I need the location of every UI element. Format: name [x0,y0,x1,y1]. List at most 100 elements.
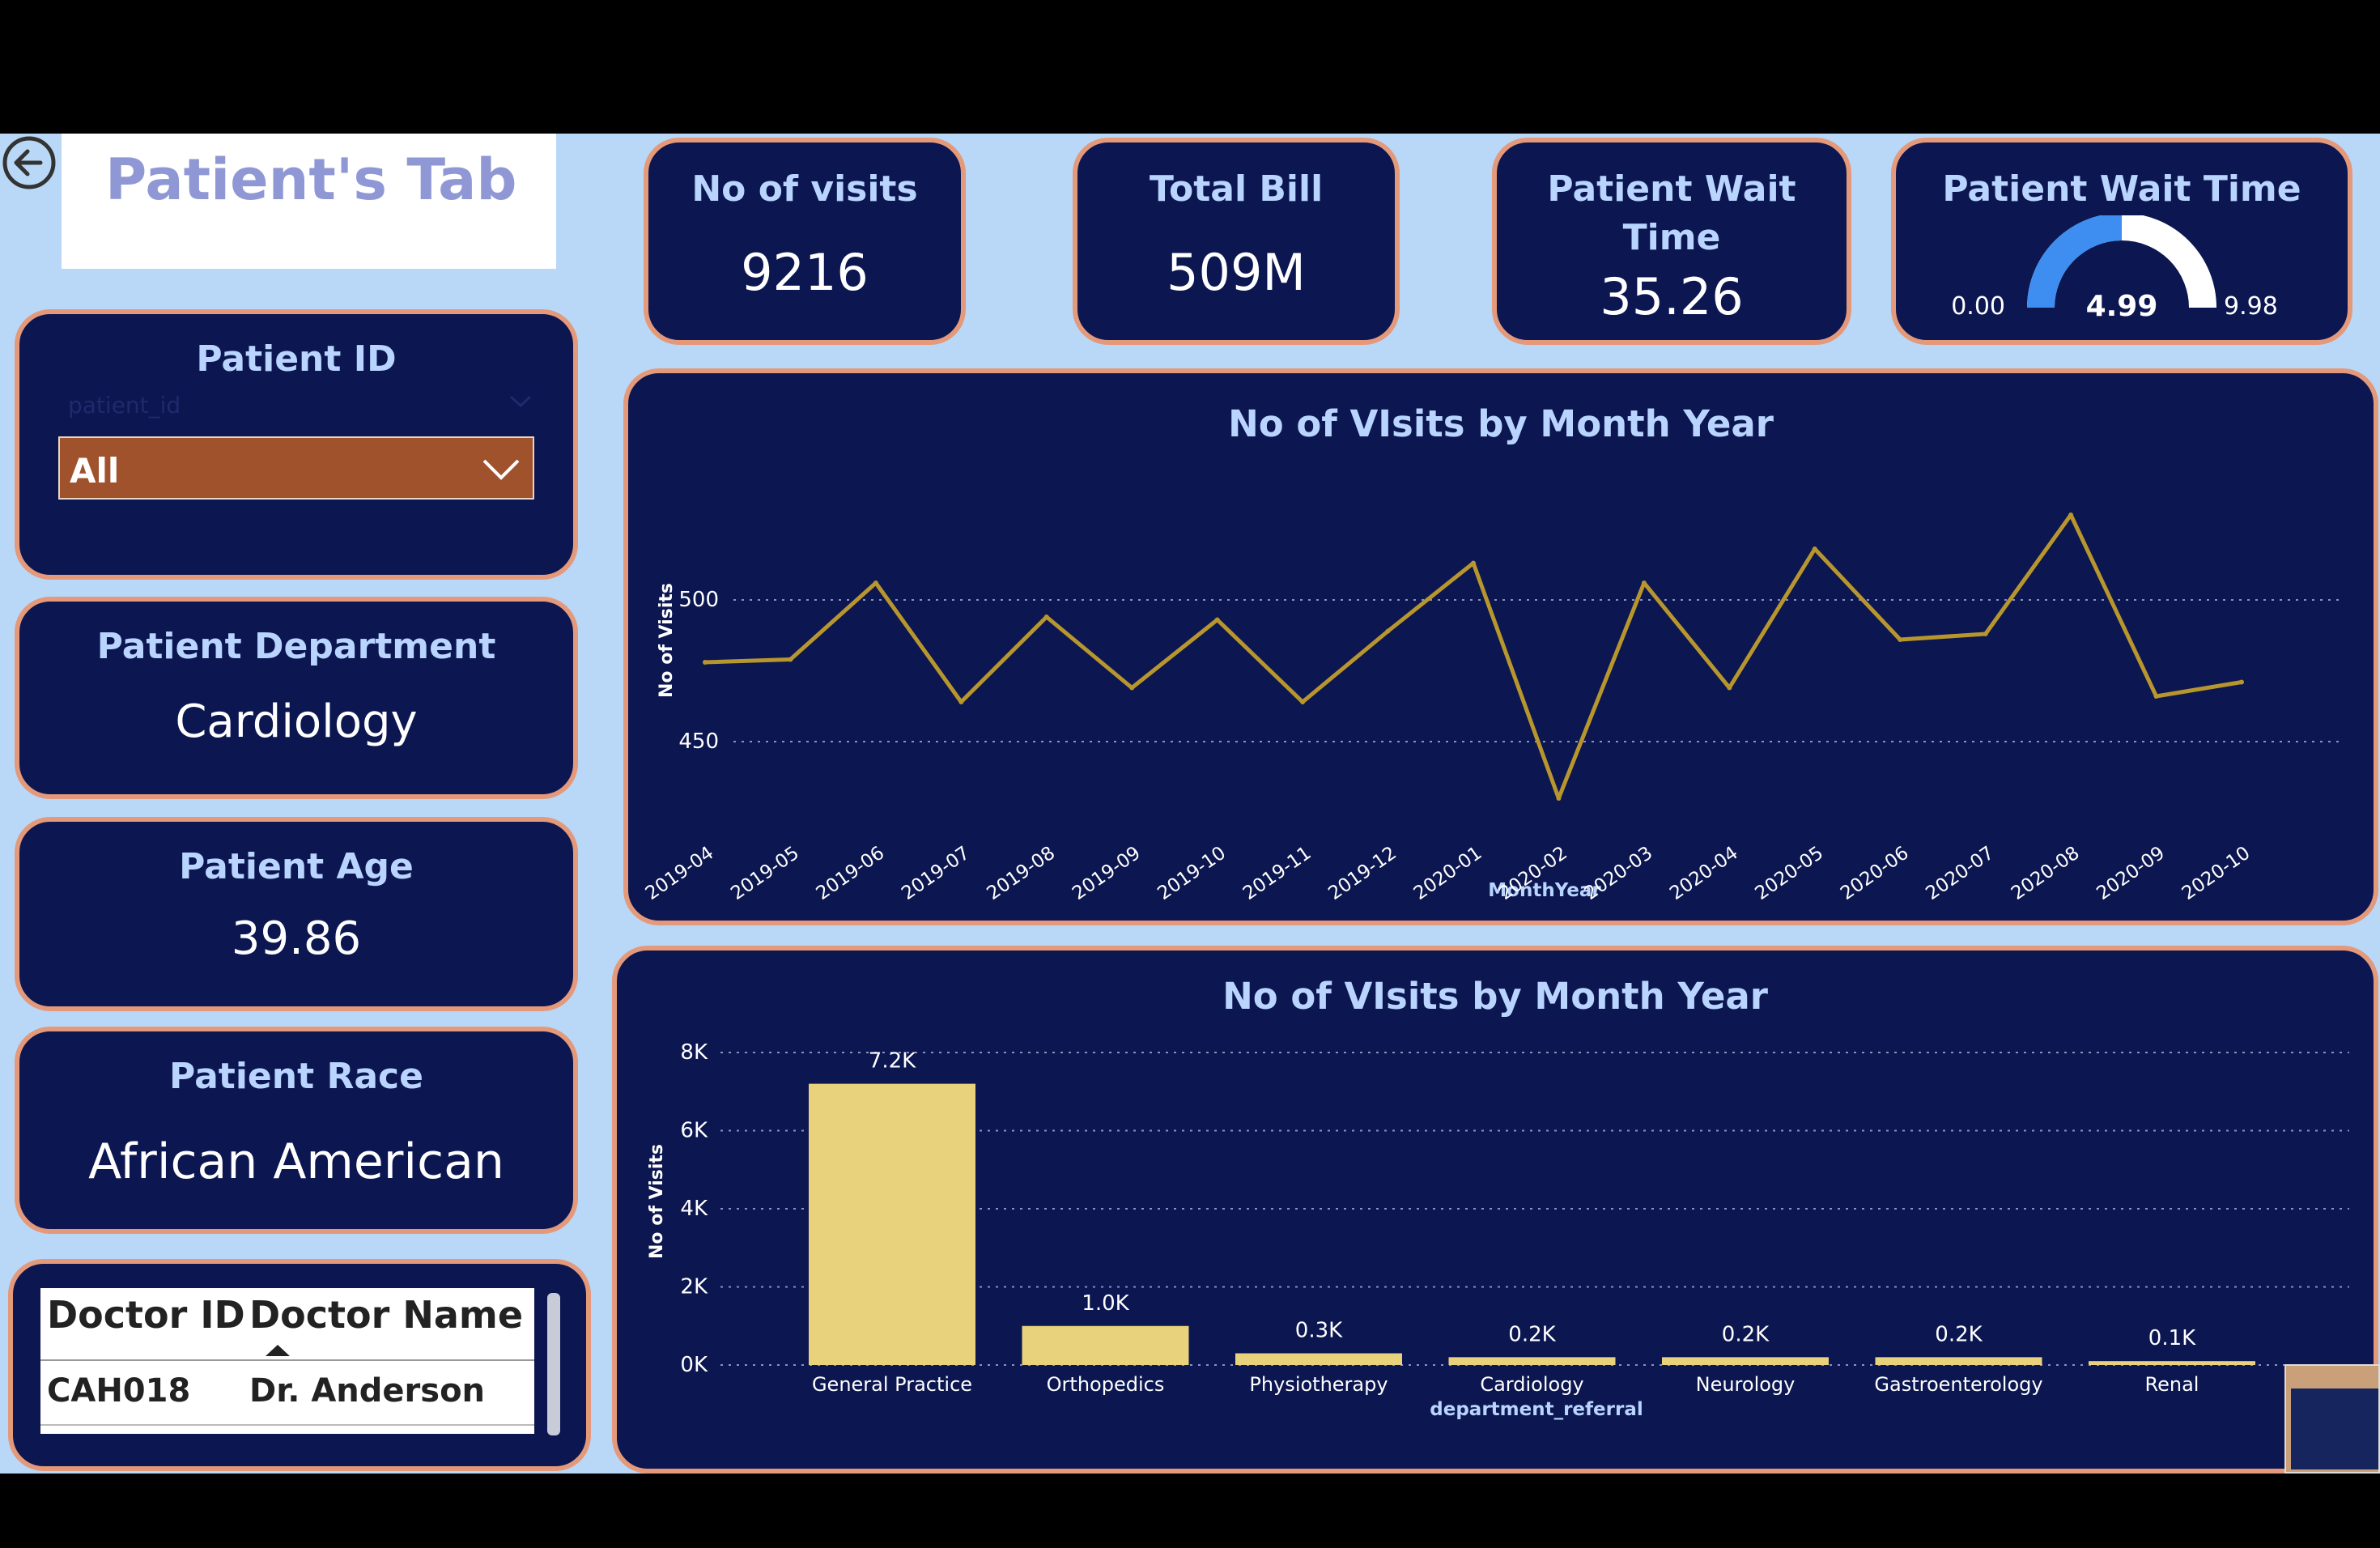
line-chart-card: No of VIsits by Month Year No of Visits … [623,368,2378,925]
kpi-wait-title-line2: Time [1622,217,1721,258]
patient-id-dropdown-box[interactable]: All [58,436,534,500]
wait-time-gauge: 0.00 4.99 9.98 [1951,215,2278,323]
bar-data-label: 0.3K [1295,1319,1343,1343]
line-chart-ylabel: No of Visits [657,583,677,698]
doctor-table: Doctor ID Doctor Name CAH018 Dr. Anderso… [40,1288,534,1434]
gauge-value-label: 4.99 [2086,290,2158,323]
bar-chart-card: No of VIsits by Month Year No of Visits … [612,946,2378,1474]
bar [1235,1353,1402,1365]
line-point [1727,685,1732,691]
table-header-doctor-id[interactable]: Doctor ID [47,1293,245,1337]
bar-xtick-label: Cardiology [1480,1373,1583,1396]
back-arrow-icon[interactable] [0,134,58,192]
bar-data-label: 1.0K [1082,1291,1129,1316]
kpi-wait-title-line1: Patient Wait [1547,168,1796,210]
line-point [2068,512,2074,517]
line-xtick-label: 2020-07 [1922,843,1998,904]
department-value: Cardiology [175,695,418,748]
line-point [1898,637,1903,642]
line-point [2239,679,2244,685]
line-xtick-label: 2020-04 [1666,843,1742,904]
bar-data-label: 0.2K [1722,1322,1770,1346]
line-point [788,657,793,662]
department-card: Patient Department Cardiology [15,597,578,799]
line-xtick-label: 2020-06 [1837,843,1913,904]
bar-chart-ylabel: No of Visits [647,1144,667,1259]
dashboard-canvas: Patient's Tab No of visits 9216 Total Bi… [0,134,2380,1474]
patient-id-placeholder: patient_id [68,392,181,419]
patient-id-filter: Patient ID patient_id All [15,309,578,580]
line-series [704,512,2242,801]
line-xtick-label: 2019-07 [898,843,974,904]
bar-ytick-label: 0K [680,1353,708,1377]
line-point [1471,560,1476,566]
bar-xtick-label: General Practice [812,1373,972,1396]
bar-ytick-label: 4K [680,1197,708,1221]
bar-chart: No of Visits department_referral 0K 2K 4K 6… [647,1040,2349,1420]
kpi-visits: No of visits 9216 [644,138,966,345]
line-xtick-label: 2020-10 [2178,843,2255,904]
line-point [1214,617,1220,623]
line-ytick-label: 500 [678,588,719,612]
bar-ytick-label: 6K [680,1119,708,1143]
age-title: Patient Age [179,846,414,887]
line-point [1983,632,1988,636]
kpi-wait-value: 35.26 [1600,267,1744,326]
bar [1875,1357,2042,1365]
bar-data-label: 0.2K [1935,1322,1983,1346]
bar-data-label: 0.2K [1508,1322,1556,1346]
kpi-bill-value: 509M [1167,243,1306,302]
line-xtick-label: 2019-11 [1239,843,1315,904]
line-xtick-label: 2020-09 [2093,843,2169,904]
thumbnail-preview [2291,1389,2378,1469]
table-header-doctor-name[interactable]: Doctor Name [249,1293,523,1337]
dropdown-chevron-icon[interactable] [481,456,521,482]
bar-data-label: 7.2K [869,1049,916,1074]
chevron-down-icon[interactable] [508,393,533,410]
line-xtick-label: 2019-06 [813,843,889,904]
gauge-max-label: 9.98 [2224,292,2278,321]
line-point [1385,628,1391,634]
bar [2089,1361,2255,1365]
line-xtick-label: 2019-10 [1154,843,1230,904]
patient-id-selected: All [70,451,120,491]
bar-xtick-label: Orthopedics [1047,1373,1165,1396]
bar-xtick-label: Physiotherapy [1249,1373,1388,1396]
bar-xtick-label: Renal [2145,1373,2199,1396]
page-title: Patient's Tab [105,147,517,213]
bar-data-label: 0.1K [2148,1326,2196,1350]
bar [1448,1357,1616,1365]
line-point [1641,580,1647,585]
bar-xtick-label: Gastroenterology [1874,1373,2042,1396]
table-header-divider [40,1359,534,1361]
table-scrollbar[interactable] [547,1293,560,1435]
kpi-bill: Total Bill 509M [1073,138,1400,345]
page-thumbnail[interactable] [2284,1364,2380,1474]
gauge-min-label: 0.00 [1951,292,2005,321]
bar-xtick-label: Neurology [1696,1373,1796,1396]
race-card: Patient Race African American [15,1027,578,1234]
table-cell-doctor-name: Dr. Anderson [249,1372,486,1410]
age-card: Patient Age 39.86 [15,817,578,1011]
line-point [1129,685,1135,691]
bar [1662,1357,1829,1365]
kpi-bill-title: Total Bill [1149,168,1324,210]
kpi-wait-gauge: Patient Wait Time 0.00 4.99 9.98 [1891,138,2352,345]
line-xtick-label: 2020-08 [2008,843,2084,904]
line-xtick-label: 2019-12 [1324,843,1400,904]
gauge-title: Patient Wait Time [1942,168,2301,210]
line-point [1043,615,1049,619]
line-point [1812,546,1817,551]
race-value: African American [88,1133,504,1190]
bar [809,1083,975,1365]
line-xtick-label: 2019-09 [1069,843,1145,904]
doctor-table-card: Doctor ID Doctor Name CAH018 Dr. Anderso… [8,1259,591,1471]
line-chart: No of Visits MonthYear 4505002019-04 2019… [642,512,2344,904]
line-point [873,580,878,585]
table-cell-doctor-id: CAH018 [47,1372,191,1410]
race-title: Patient Race [169,1056,423,1097]
line-point [1300,700,1306,704]
kpi-visits-title: No of visits [691,168,918,210]
line-xtick-label: 2019-04 [642,843,718,904]
line-point [2153,694,2159,699]
